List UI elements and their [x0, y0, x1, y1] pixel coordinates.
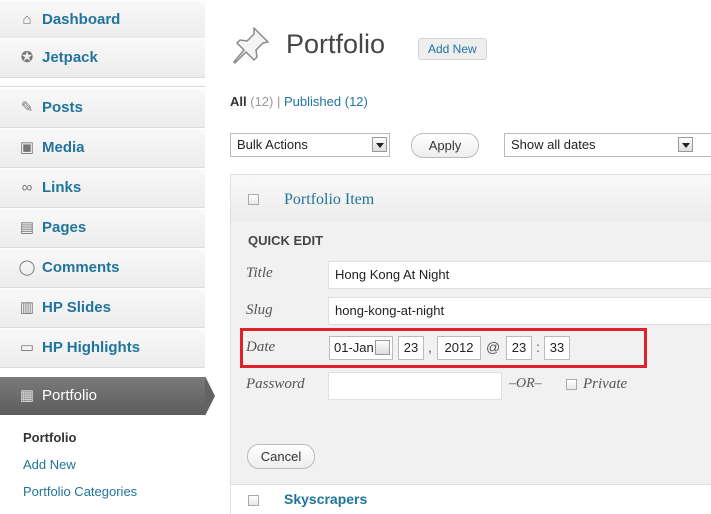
add-new-button[interactable]: Add New: [418, 38, 487, 60]
title-label: Title: [246, 265, 273, 281]
submenu-portfolio[interactable]: Portfolio: [23, 429, 76, 447]
row-title-link[interactable]: Skyscrapers: [284, 491, 367, 507]
menu-item-comments[interactable]: ◯ Comments: [0, 248, 205, 288]
active-menu-arrow: [205, 376, 215, 416]
slug-label: Slug: [246, 302, 273, 318]
password-label: Password: [246, 376, 305, 392]
menu-item-hp-slides[interactable]: ▥ HP Slides: [0, 288, 205, 328]
menu-item-portfolio[interactable]: ▦ Portfolio: [0, 377, 205, 415]
menu-item-hp-highlights[interactable]: ▭ HP Highlights: [0, 328, 205, 368]
slides-icon: ▥: [19, 299, 35, 316]
menu-label: Posts: [42, 99, 83, 116]
chevron-down-icon: [372, 137, 387, 152]
date-filter-value: Show all dates: [511, 137, 596, 152]
private-label: Private: [583, 376, 628, 392]
portfolio-icon: ▦: [19, 387, 35, 404]
menu-item-links[interactable]: ∞ Links: [0, 168, 205, 208]
menu-item-posts[interactable]: ✎ Posts: [0, 88, 205, 128]
filter-separator: |: [277, 94, 281, 109]
select-all-checkbox[interactable]: [248, 194, 259, 205]
pages-icon: ▤: [19, 219, 35, 236]
media-icon: ▣: [19, 139, 35, 156]
pushpin-icon: [233, 27, 269, 64]
quick-edit-panel: QUICK EDIT Title Hong Kong At Night Slug…: [230, 221, 711, 485]
table-header: Portfolio Item: [230, 174, 711, 222]
private-checkbox[interactable]: [566, 379, 577, 390]
slug-input[interactable]: hong-kong-at-night: [328, 297, 711, 325]
apply-button[interactable]: Apply: [411, 133, 479, 158]
menu-label: Links: [42, 179, 82, 196]
bulk-actions-value: Bulk Actions: [237, 137, 308, 152]
comment-icon: ◯: [18, 259, 36, 276]
row-checkbox[interactable]: [248, 495, 259, 506]
pin-icon: ✎: [20, 99, 34, 116]
date-filter-select[interactable]: Show all dates: [504, 133, 711, 157]
menu-item-media[interactable]: ▣ Media: [0, 128, 205, 168]
chevron-down-icon: [678, 137, 693, 152]
jetpack-icon: ✪: [20, 49, 34, 66]
status-filter-links: All (12) | Published (12): [230, 94, 368, 109]
menu-label: Jetpack: [42, 49, 98, 66]
quick-edit-heading: QUICK EDIT: [248, 233, 324, 248]
menu-label: Media: [42, 139, 85, 156]
title-input[interactable]: Hong Kong At Night: [328, 261, 711, 289]
menu-item-jetpack[interactable]: ✪ Jetpack: [0, 38, 205, 78]
column-title[interactable]: Portfolio Item: [284, 191, 374, 209]
page-title: Portfolio: [286, 29, 386, 59]
menu-label: Dashboard: [42, 11, 121, 28]
menu-label: HP Highlights: [42, 339, 141, 356]
menu-separator: [0, 78, 205, 87]
bulk-actions-select[interactable]: Bulk Actions: [230, 133, 390, 157]
link-icon: ∞: [21, 179, 33, 196]
or-label: –OR–: [509, 376, 542, 391]
table-row: Skyscrapers: [230, 485, 711, 514]
main-content: Portfolio Add New All (12) | Published (…: [218, 0, 711, 514]
menu-label: Comments: [42, 259, 120, 276]
menu-item-pages[interactable]: ▤ Pages: [0, 208, 205, 248]
menu-label: Pages: [42, 219, 87, 236]
date-highlight-box: [240, 328, 647, 368]
highlights-icon: ▭: [19, 339, 35, 356]
cancel-button[interactable]: Cancel: [247, 444, 315, 469]
menu-label: HP Slides: [42, 299, 111, 316]
filter-published[interactable]: Published: [284, 94, 341, 109]
filter-published-count: (12): [344, 94, 368, 109]
menu-item-dashboard[interactable]: ⌂ Dashboard: [0, 0, 205, 40]
filter-all[interactable]: All: [230, 94, 247, 109]
filter-all-count: (12): [250, 94, 274, 109]
password-input[interactable]: [328, 372, 502, 400]
submenu-portfolio-categories[interactable]: Portfolio Categories: [23, 483, 137, 501]
menu-label: Portfolio: [42, 387, 98, 404]
admin-sidebar: ⌂ Dashboard ✪ Jetpack ✎ Posts ▣ Media ∞ …: [0, 0, 215, 514]
submenu-add-new[interactable]: Add New: [23, 456, 76, 474]
home-icon: ⌂: [22, 11, 32, 28]
